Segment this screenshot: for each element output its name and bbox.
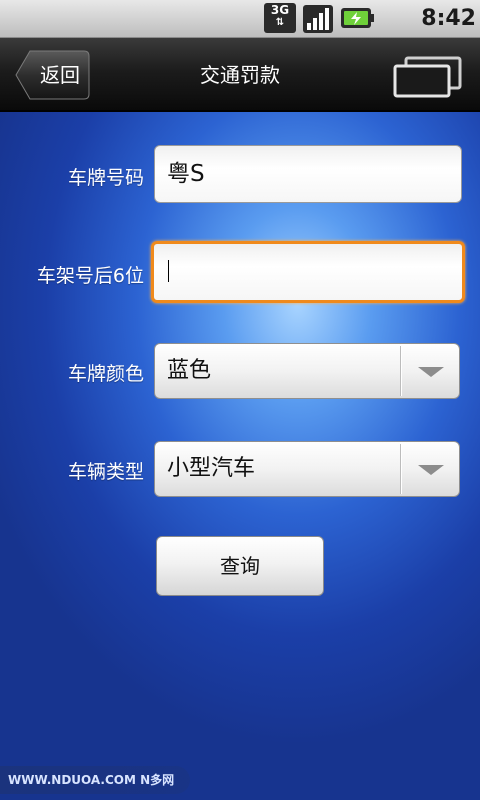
- network-3g-icon: 3G ⇅: [264, 3, 296, 33]
- window-icon[interactable]: [392, 56, 464, 98]
- battery-charging-icon: [341, 8, 374, 28]
- select-divider: [400, 444, 401, 494]
- chevron-down-icon: [418, 367, 444, 377]
- data-arrows-icon: ⇅: [275, 17, 285, 28]
- vehicle-type-select[interactable]: 小型汽车: [154, 441, 460, 497]
- back-button[interactable]: 返回: [14, 50, 90, 100]
- query-button[interactable]: 查询: [156, 536, 324, 596]
- status-bar: 3G ⇅ 8:42 AM: [0, 0, 480, 61]
- vehicle-type-label: 车辆类型: [67, 461, 144, 483]
- signal-strength-icon: [303, 5, 333, 33]
- plate-color-selected: 蓝色: [167, 358, 212, 383]
- status-time: 8:42 AM: [421, 6, 476, 61]
- frame-number-label: 车架号后6位: [36, 265, 144, 287]
- plate-number-label: 车牌号码: [67, 167, 144, 189]
- vehicle-type-selected: 小型汽车: [167, 456, 256, 481]
- site-watermark: WWW.NDUOA.COM N多网: [0, 766, 190, 794]
- plate-color-label: 车牌颜色: [67, 363, 144, 385]
- back-button-label: 返回: [40, 63, 80, 87]
- title-bar: 返回 交通罚款: [0, 38, 480, 112]
- select-divider: [400, 346, 401, 396]
- plate-number-input[interactable]: 粤S: [154, 145, 462, 203]
- chevron-down-icon: [418, 465, 444, 475]
- plate-number-value: 粤S: [167, 161, 205, 187]
- screen: 3G ⇅ 8:42 AM: [0, 0, 480, 800]
- frame-number-input[interactable]: [151, 241, 465, 303]
- network-type-label: 3G: [270, 3, 290, 17]
- page-title: 交通罚款: [200, 63, 280, 87]
- plate-color-select[interactable]: 蓝色: [154, 343, 460, 399]
- text-caret: [168, 260, 169, 282]
